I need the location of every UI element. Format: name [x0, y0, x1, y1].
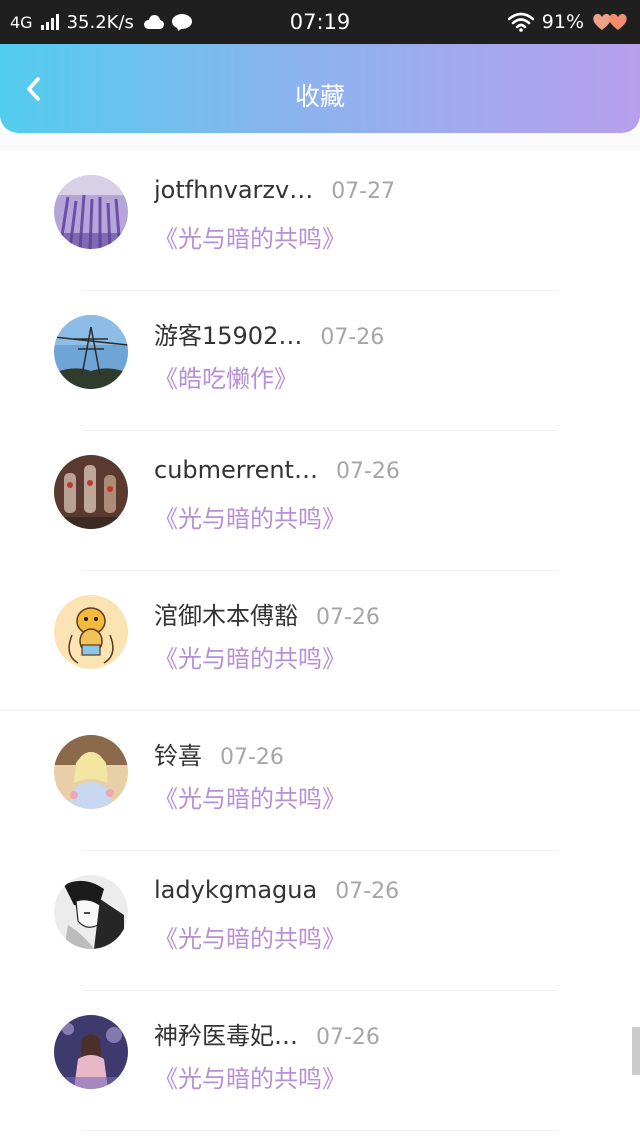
avatar[interactable]	[54, 735, 128, 809]
book-title-link[interactable]: 《光与暗的共鸣》	[154, 779, 346, 814]
cloud-icon	[142, 15, 164, 29]
avatar[interactable]	[54, 595, 128, 669]
back-button[interactable]	[18, 74, 48, 104]
list-item[interactable]: cubmerrent… 07-26 《光与暗的共鸣》	[0, 431, 640, 571]
book-title-link[interactable]: 《皓吃懒作》	[154, 359, 298, 394]
header-spacer	[0, 133, 640, 151]
username: 游客15902…	[154, 322, 303, 350]
date: 07-26	[320, 325, 385, 350]
list-item[interactable]: jotfhnvarzv… 07-27 《光与暗的共鸣》	[0, 151, 640, 291]
signal-icon	[40, 14, 59, 30]
page-title: 收藏	[294, 82, 345, 111]
username: 神矜医毒妃…	[154, 1022, 298, 1050]
chevron-left-icon	[27, 77, 40, 101]
book-title-link[interactable]: 《光与暗的共鸣》	[154, 1059, 346, 1094]
list-item[interactable]: 涫御木本傅豁 07-26 《光与暗的共鸣》	[0, 571, 640, 711]
scrollbar[interactable]	[632, 1027, 640, 1075]
favorites-list: jotfhnvarzv… 07-27 《光与暗的共鸣》 游客15902… 07-…	[0, 151, 640, 1131]
avatar[interactable]	[54, 1015, 128, 1089]
status-bar: 4G 35.2K/s 07:19 91%	[0, 0, 640, 44]
wifi-icon	[507, 12, 534, 32]
list-item[interactable]: ladykgmagua 07-26 《光与暗的共鸣》	[0, 851, 640, 991]
date: 07-27	[331, 179, 396, 204]
username: ladykgmagua	[154, 876, 318, 904]
book-title-link[interactable]: 《光与暗的共鸣》	[154, 499, 346, 534]
book-title-link[interactable]: 《光与暗的共鸣》	[154, 919, 346, 954]
username: 涫御木本傅豁	[154, 602, 298, 630]
avatar[interactable]	[54, 875, 128, 949]
book-title-link[interactable]: 《光与暗的共鸣》	[154, 639, 346, 674]
header-bar: 收藏	[0, 44, 640, 133]
battery-heart-icon	[593, 13, 627, 30]
list-item[interactable]: 铃喜 07-26 《光与暗的共鸣》	[0, 711, 640, 851]
date: 07-26	[316, 605, 380, 630]
date: 07-26	[335, 459, 400, 484]
network-speed: 35.2K/s	[66, 11, 134, 33]
list-item[interactable]: 神矜医毒妃… 07-26 《光与暗的共鸣》	[0, 991, 640, 1131]
avatar[interactable]	[54, 315, 128, 389]
avatar[interactable]	[54, 455, 128, 529]
date: 07-26	[335, 879, 400, 904]
list-item[interactable]: 游客15902… 07-26 《皓吃懒作》	[0, 291, 640, 431]
chat-icon	[171, 13, 192, 31]
username: jotfhnvarzv…	[154, 176, 314, 204]
date: 07-26	[220, 745, 284, 770]
battery-level: 91%	[541, 11, 584, 33]
date: 07-26	[316, 1025, 380, 1050]
divider	[84, 1130, 556, 1131]
network-type: 4G	[10, 12, 33, 32]
avatar[interactable]	[54, 175, 128, 249]
username: cubmerrent…	[154, 456, 318, 484]
username: 铃喜	[154, 742, 202, 770]
book-title-link[interactable]: 《光与暗的共鸣》	[154, 219, 346, 254]
